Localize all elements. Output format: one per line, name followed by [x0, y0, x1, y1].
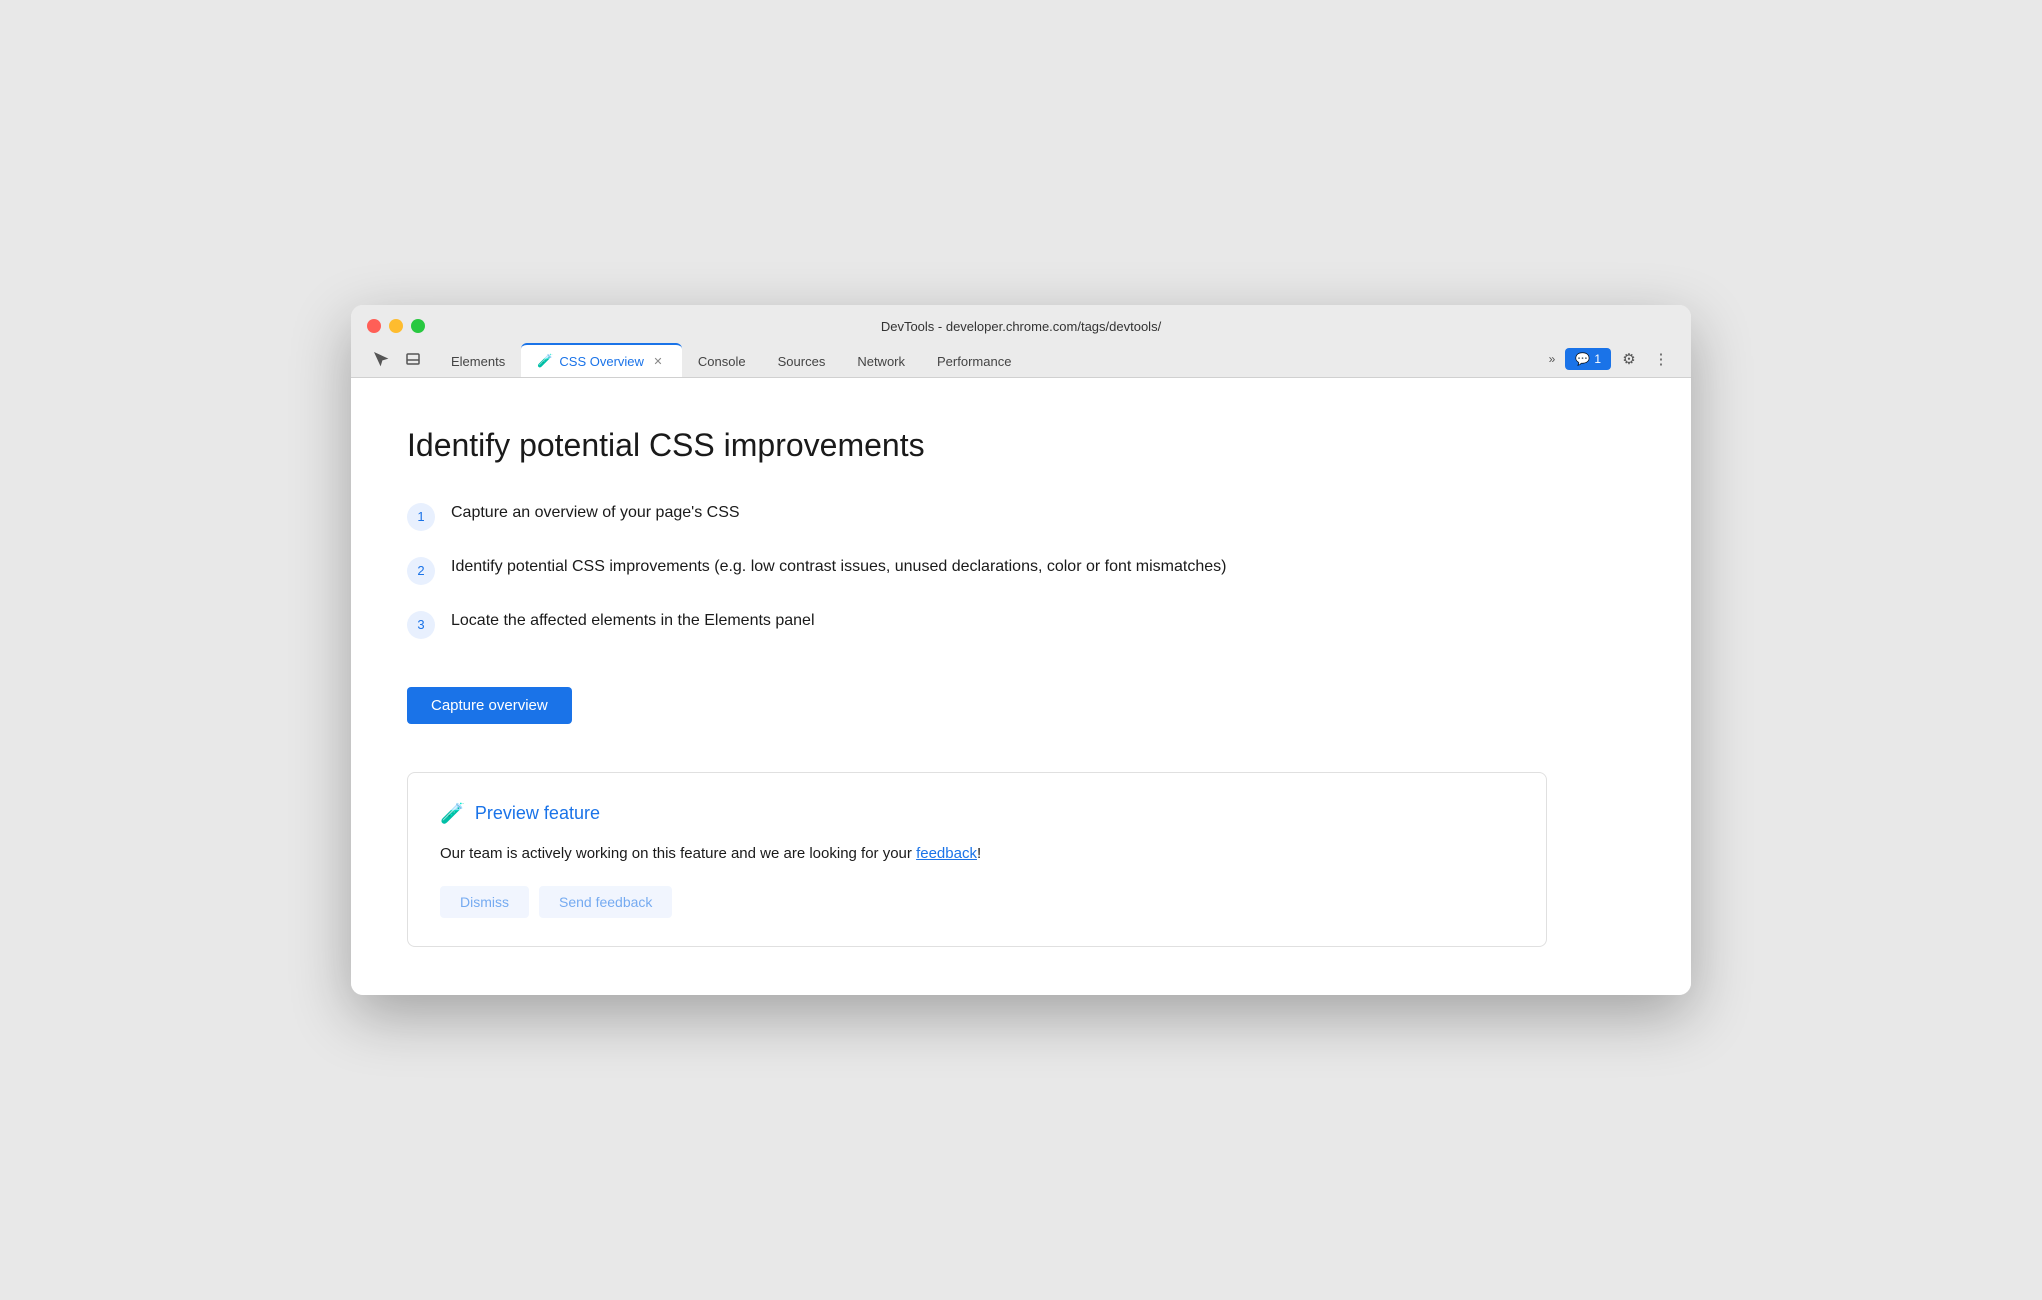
preview-text-after-link: ! — [977, 845, 981, 862]
tabs-bar: Elements 🧪 CSS Overview ✕ Console Source… — [367, 343, 1675, 377]
dismiss-button[interactable]: Dismiss — [440, 886, 529, 918]
page-title: Identify potential CSS improvements — [407, 426, 1635, 464]
tab-css-overview[interactable]: 🧪 CSS Overview ✕ — [521, 343, 682, 377]
maximize-control[interactable] — [411, 319, 425, 333]
tab-console-label: Console — [698, 354, 746, 369]
tabs-right: » 💬 1 ⚙ ⋮ — [1543, 345, 1675, 373]
step-text-1: Capture an overview of your page's CSS — [451, 501, 740, 525]
settings-button[interactable]: ⚙ — [1615, 345, 1643, 373]
steps-list: 1 Capture an overview of your page's CSS… — [407, 501, 1635, 639]
close-control[interactable] — [367, 319, 381, 333]
tab-console[interactable]: Console — [682, 346, 762, 377]
step-number-3: 3 — [407, 611, 435, 639]
bottom-buttons: Dismiss Send feedback — [440, 886, 1514, 918]
capture-overview-button[interactable]: Capture overview — [407, 687, 572, 724]
dock-icon[interactable] — [399, 345, 427, 373]
tab-performance[interactable]: Performance — [921, 346, 1027, 377]
tab-sources[interactable]: Sources — [762, 346, 842, 377]
more-tabs-button[interactable]: » — [1543, 348, 1562, 370]
cursor-icon[interactable] — [367, 345, 395, 373]
preview-text-before-link: Our team is actively working on this fea… — [440, 845, 916, 862]
tab-elements[interactable]: Elements — [435, 346, 521, 377]
chat-icon: 💬 — [1575, 352, 1590, 366]
title-bar-top: DevTools - developer.chrome.com/tags/dev… — [367, 319, 1675, 333]
minimize-control[interactable] — [389, 319, 403, 333]
preview-header: 🧪 Preview feature — [440, 801, 1514, 826]
step-text-3: Locate the affected elements in the Elem… — [451, 609, 815, 633]
flask-tab-icon: 🧪 — [537, 353, 553, 369]
step-number-1: 1 — [407, 503, 435, 531]
preview-flask-icon: 🧪 — [440, 801, 465, 826]
window-controls — [367, 319, 425, 333]
send-feedback-button[interactable]: Send feedback — [539, 886, 672, 918]
more-options-button[interactable]: ⋮ — [1647, 345, 1675, 373]
feedback-link[interactable]: feedback — [916, 845, 977, 862]
devtools-window: DevTools - developer.chrome.com/tags/dev… — [351, 305, 1691, 994]
main-content: Identify potential CSS improvements 1 Ca… — [351, 378, 1691, 994]
window-title: DevTools - developer.chrome.com/tags/dev… — [881, 319, 1161, 334]
title-bar: DevTools - developer.chrome.com/tags/dev… — [351, 305, 1691, 378]
close-tab-button[interactable]: ✕ — [650, 353, 666, 369]
preview-feature-title: Preview feature — [475, 803, 600, 824]
tab-network-label: Network — [857, 354, 905, 369]
tab-tools-left — [367, 345, 427, 373]
tab-performance-label: Performance — [937, 354, 1011, 369]
step-item-3: 3 Locate the affected elements in the El… — [407, 609, 1635, 639]
notification-button[interactable]: 💬 1 — [1565, 348, 1611, 370]
step-item-1: 1 Capture an overview of your page's CSS — [407, 501, 1635, 531]
preview-description: Our team is actively working on this fea… — [440, 842, 1514, 866]
tab-network[interactable]: Network — [841, 346, 921, 377]
step-number-2: 2 — [407, 557, 435, 585]
tab-elements-label: Elements — [451, 354, 505, 369]
tab-sources-label: Sources — [778, 354, 826, 369]
step-item-2: 2 Identify potential CSS improvements (e… — [407, 555, 1635, 585]
step-text-2: Identify potential CSS improvements (e.g… — [451, 555, 1226, 579]
tab-css-overview-label: CSS Overview — [559, 354, 644, 369]
preview-feature-box: 🧪 Preview feature Our team is actively w… — [407, 772, 1547, 947]
notification-count: 1 — [1594, 352, 1601, 366]
